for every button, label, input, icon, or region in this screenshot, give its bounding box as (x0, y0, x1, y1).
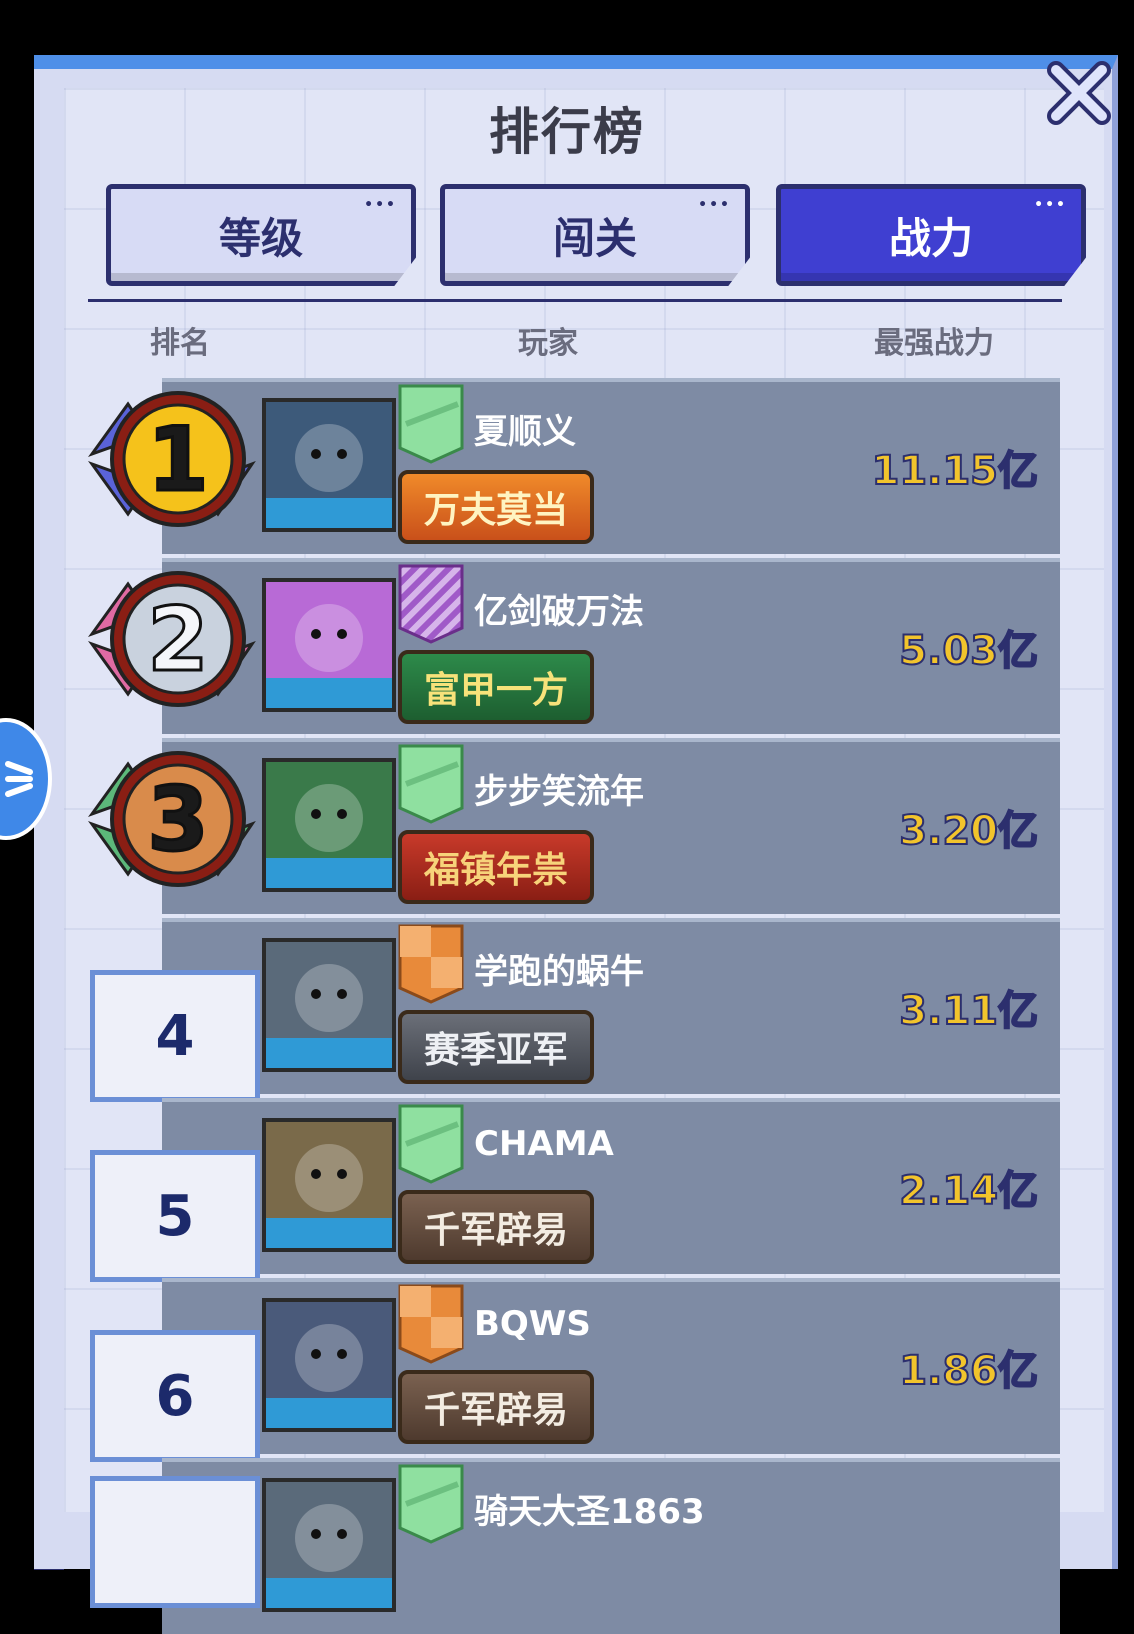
green-flag-icon (398, 1464, 464, 1544)
rank-number: 3 (146, 766, 210, 872)
tab-dots-icon: ••• (1034, 197, 1067, 213)
power-value: 2.14亿 (898, 1167, 1039, 1215)
column-header-rank: 排名 (150, 326, 210, 361)
orange-checkered-flag-icon (398, 924, 464, 1004)
rank-number: 5 (90, 1150, 260, 1282)
clown-avatar-icon[interactable] (262, 758, 396, 892)
green-flag-icon (398, 744, 464, 824)
bandana-avatar-icon[interactable] (262, 1298, 396, 1432)
masked-avatar-icon[interactable] (262, 938, 396, 1072)
tab-dots-icon: ••• (364, 197, 397, 213)
power-value: 1.86亿 (898, 1347, 1039, 1395)
rank-number: 6 (90, 1330, 260, 1462)
player-name: BQWS (474, 1304, 591, 1344)
player-title-badge: 赛季亚军 (398, 1010, 595, 1084)
signal-icon (5, 761, 33, 797)
tab-level[interactable]: 等级 ••• (106, 184, 416, 286)
header-divider (88, 299, 1062, 302)
tab-stage-label: 闯关 (552, 213, 637, 263)
power-value: 3.20亿 (898, 807, 1039, 855)
player-name: 亿剑破万法 (474, 592, 644, 632)
pink-hair-avatar-icon[interactable] (262, 578, 396, 712)
bronze-medal-icon: 3 (87, 744, 256, 894)
player-name: 骑天大圣1863 (474, 1492, 705, 1532)
column-header-player: 玩家 (518, 326, 578, 361)
gold-medal-icon: 1 (87, 384, 256, 534)
silver-medal-icon: 2 (87, 564, 256, 714)
player-title-badge: 富甲一方 (398, 650, 595, 724)
close-icon (1047, 61, 1111, 125)
player-title-badge: 福镇年祟 (398, 830, 595, 904)
old-man-avatar-icon[interactable] (262, 1118, 396, 1252)
power-value: 11.15亿 (870, 447, 1039, 495)
rank-number: 4 (90, 970, 260, 1102)
tab-stage[interactable]: 闯关 ••• (440, 184, 750, 286)
orange-checkered-flag-icon (398, 1284, 464, 1364)
green-flag-icon (398, 1104, 464, 1184)
partial-avatar-icon[interactable] (262, 1478, 396, 1612)
dragon-avatar-icon[interactable] (262, 398, 396, 532)
player-title-badge: 千军辟易 (398, 1190, 595, 1264)
power-value: 5.03亿 (898, 627, 1039, 675)
green-flag-icon (398, 384, 464, 464)
tab-power-label: 战力 (888, 213, 973, 263)
close-button[interactable] (1044, 58, 1114, 128)
player-name: 步步笑流年 (474, 772, 644, 812)
rank-number: 2 (146, 586, 210, 692)
column-header-power: 最强战力 (874, 326, 994, 361)
power-value: 3.11亿 (898, 987, 1039, 1035)
player-name: 学跑的蜗牛 (474, 952, 644, 992)
tab-level-label: 等级 (218, 213, 303, 263)
page-title: 排行榜 (489, 103, 645, 161)
rank-number: 1 (146, 406, 210, 512)
tab-dots-icon: ••• (698, 197, 731, 213)
player-title-badge: 万夫莫当 (398, 470, 595, 544)
player-name: CHAMA (474, 1124, 614, 1164)
player-title-badge: 千军辟易 (398, 1370, 595, 1444)
rank-number-box (90, 1476, 260, 1608)
player-name: 夏顺义 (474, 412, 576, 452)
purple-striped-flag-icon (398, 564, 464, 644)
tab-power[interactable]: 战力 ••• (776, 184, 1086, 286)
